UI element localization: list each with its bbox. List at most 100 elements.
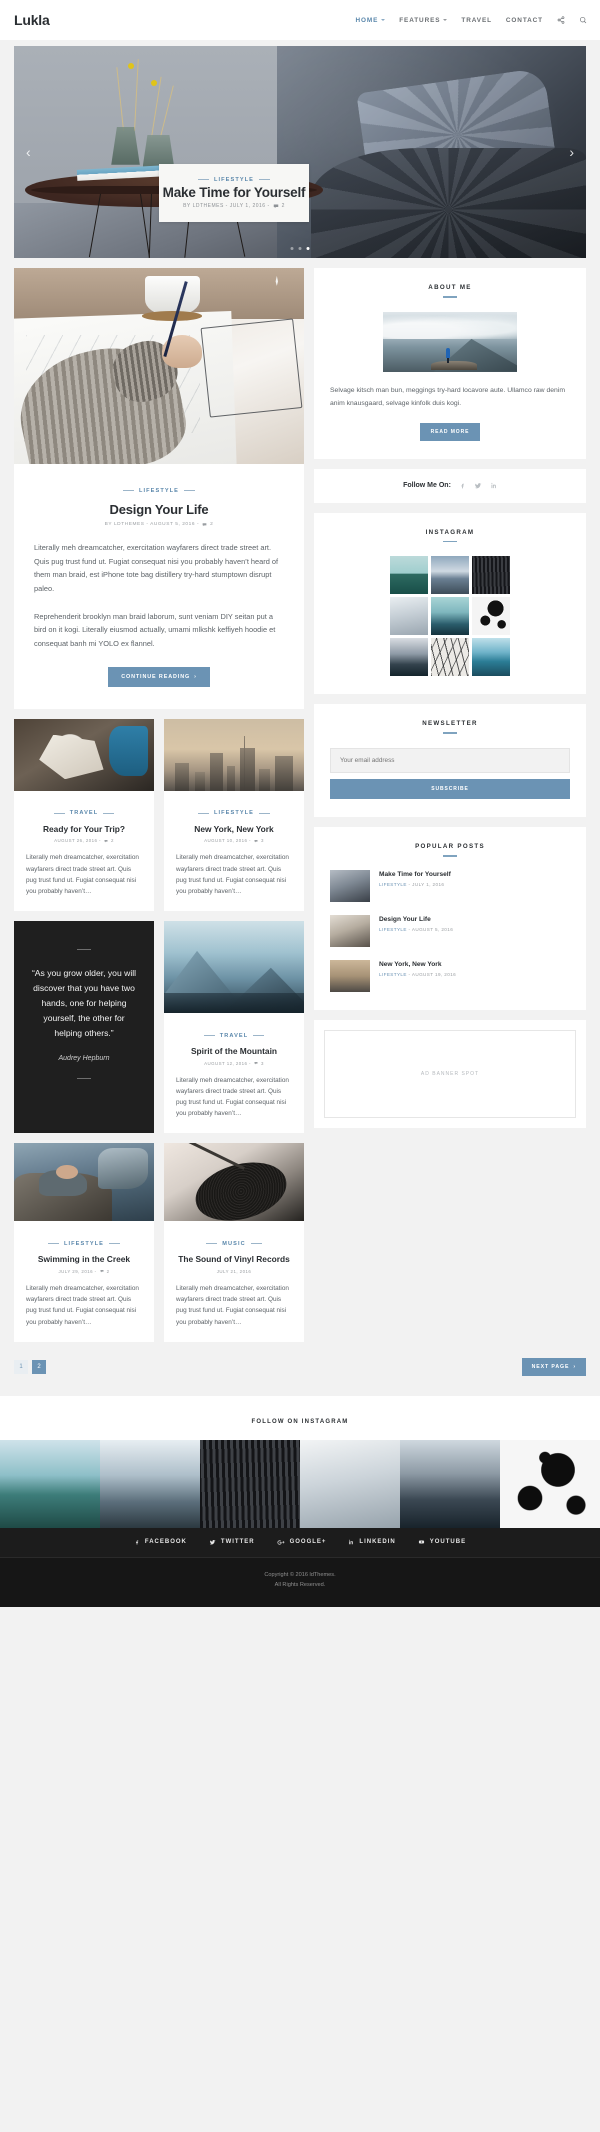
featured-post-image[interactable] xyxy=(14,268,304,464)
instagram-thumb[interactable] xyxy=(472,556,510,595)
popular-post-title: Make Time for Yourself xyxy=(379,870,451,878)
post-title[interactable]: Ready for Your Trip? xyxy=(26,824,142,835)
hero-title[interactable]: Make Time for Yourself xyxy=(163,185,306,201)
arrow-right-icon: › xyxy=(194,673,197,680)
footer-link-label: LINKEDIN xyxy=(359,1539,396,1546)
featured-post-category[interactable]: LIFESTYLE xyxy=(122,487,196,494)
post-category-label: LIFESTYLE xyxy=(63,1240,105,1247)
nav-item-features[interactable]: FEATURES xyxy=(399,17,448,24)
instagram-thumb[interactable] xyxy=(431,556,469,595)
popular-post-category: LIFESTYLE xyxy=(379,881,407,887)
footer-link-youtube[interactable]: YOUTUBE xyxy=(418,1539,466,1545)
post-title[interactable]: Swimming in the Creek xyxy=(26,1254,142,1265)
continue-reading-button[interactable]: CONTINUE READING › xyxy=(108,666,210,687)
instagram-thumb[interactable] xyxy=(390,597,428,636)
featured-category-label: LIFESTYLE xyxy=(138,487,180,494)
featured-post-title[interactable]: Design Your Life xyxy=(34,502,284,517)
post-title[interactable]: The Sound of Vinyl Records xyxy=(176,1254,292,1265)
post-comment-count: 2 xyxy=(110,838,114,844)
newsletter-subscribe-button[interactable]: SUBSCRIBE xyxy=(330,778,570,799)
nav-item-contact[interactable]: CONTACT xyxy=(506,17,543,24)
popular-post-item[interactable]: New York, New York LIFESTYLE - AUGUST 19… xyxy=(330,959,570,992)
post-image[interactable] xyxy=(164,1143,304,1222)
instagram-thumb[interactable] xyxy=(390,638,428,677)
footer-link-twitter[interactable]: TWITTER xyxy=(209,1539,255,1546)
instagram-strip-item[interactable] xyxy=(500,1439,600,1528)
search-icon[interactable] xyxy=(579,16,587,24)
popular-post-item[interactable]: Design Your Life LIFESTYLE - AUGUST 5, 2… xyxy=(330,914,570,947)
site-header: Lukla HOME FEATURES TRAVEL CONTACT xyxy=(0,0,600,40)
read-more-button[interactable]: READ MORE xyxy=(419,422,481,441)
main-column: LIFESTYLE Design Your Life BY LDTHEMES -… xyxy=(14,268,304,1352)
facebook-icon xyxy=(135,1540,139,1545)
widget-popular-posts: POPULAR POSTS Make Time for Yourself LIF… xyxy=(314,826,586,1010)
slider-prev-arrow[interactable]: ‹ xyxy=(22,141,35,163)
post-image[interactable] xyxy=(14,1143,154,1222)
post-category[interactable]: MUSIC xyxy=(206,1241,262,1247)
widget-ad-banner: AD BANNER SPOT xyxy=(314,1019,586,1128)
post-image[interactable] xyxy=(14,718,154,791)
featured-post: LIFESTYLE Design Your Life BY LDTHEMES -… xyxy=(14,268,304,709)
share-icon[interactable] xyxy=(557,16,565,24)
instagram-thumb[interactable] xyxy=(472,638,510,677)
post-category[interactable]: TRAVEL xyxy=(53,810,115,816)
twitter-icon[interactable] xyxy=(474,482,482,490)
footer-link-label: YOUTUBE xyxy=(429,1539,467,1546)
dash-right-icon xyxy=(109,1243,121,1245)
page-root: Lukla HOME FEATURES TRAVEL CONTACT LIFES… xyxy=(0,0,600,1607)
instagram-thumb[interactable] xyxy=(390,556,428,595)
popular-post-category: LIFESTYLE xyxy=(379,926,407,932)
next-page-button[interactable]: NEXT PAGE › xyxy=(521,1357,586,1376)
post-category[interactable]: TRAVEL xyxy=(203,1033,265,1039)
linkedin-icon xyxy=(349,1540,354,1545)
popular-post-item[interactable]: Make Time for Yourself LIFESTYLE - JULY … xyxy=(330,869,570,902)
instagram-strip-item[interactable] xyxy=(300,1439,400,1528)
slider-dot[interactable] xyxy=(290,247,294,250)
footer-link-facebook[interactable]: FACEBOOK xyxy=(134,1539,187,1545)
facebook-icon[interactable] xyxy=(459,482,466,489)
footer-link-label: TWITTER xyxy=(220,1539,255,1546)
instagram-strip-item[interactable] xyxy=(200,1439,300,1528)
featured-paragraph-2: Reprehenderit brooklyn man braid laborum… xyxy=(34,611,276,649)
footer-link-googleplus[interactable]: GOOGLE+ xyxy=(277,1539,327,1546)
instagram-strip-item[interactable] xyxy=(0,1439,100,1528)
hero-category[interactable]: LIFESTYLE xyxy=(197,177,271,183)
slider-next-arrow[interactable]: › xyxy=(565,141,578,163)
linkedin-icon[interactable] xyxy=(490,482,497,489)
newsletter-email-input[interactable] xyxy=(330,747,570,773)
ad-banner-placeholder[interactable]: AD BANNER SPOT xyxy=(324,1029,576,1118)
slider-dots[interactable] xyxy=(290,247,310,250)
page-number-1[interactable]: 1 xyxy=(14,1359,28,1374)
post-image[interactable] xyxy=(164,718,304,791)
popular-post-thumb xyxy=(330,914,370,947)
slider-dot-active[interactable] xyxy=(306,247,310,250)
instagram-strip-item[interactable] xyxy=(100,1439,200,1528)
next-page-label: NEXT PAGE xyxy=(531,1363,570,1370)
nav-item-travel[interactable]: TRAVEL xyxy=(461,17,492,24)
post-image[interactable] xyxy=(164,921,304,1014)
post-date: JULY 21, 2016 xyxy=(216,1268,252,1274)
page-number-2[interactable]: 2 xyxy=(32,1359,46,1374)
post-category[interactable]: LIFESTYLE xyxy=(47,1240,121,1247)
instagram-thumb[interactable] xyxy=(431,638,469,677)
chevron-down-icon xyxy=(443,19,448,21)
post-title[interactable]: New York, New York xyxy=(176,824,292,835)
hero-slider[interactable]: LIFESTYLE Make Time for Yourself BY LDTH… xyxy=(14,46,586,258)
footer-link-linkedin[interactable]: LINKEDIN xyxy=(348,1539,395,1545)
site-brand[interactable]: Lukla xyxy=(14,12,50,28)
nav-item-home[interactable]: HOME xyxy=(355,17,386,24)
comment-icon xyxy=(104,839,108,843)
post-date: AUGUST 12, 2016 - xyxy=(204,1060,251,1066)
featured-meta-text: BY LDTHEMES - AUGUST 5, 2016 - xyxy=(104,522,200,527)
arrow-right-icon: › xyxy=(573,1363,576,1370)
popular-post-meta: LIFESTYLE - JULY 1, 2016 xyxy=(379,882,451,889)
post-title[interactable]: Spirit of the Mountain xyxy=(176,1046,292,1057)
instagram-thumb[interactable] xyxy=(431,597,469,636)
post-excerpt: Literally meh dreamcatcher, exercitation… xyxy=(26,854,139,895)
instagram-strip-item[interactable] xyxy=(400,1439,500,1528)
slider-dot[interactable] xyxy=(298,247,302,250)
post-category[interactable]: LIFESTYLE xyxy=(197,810,271,817)
instagram-thumb[interactable] xyxy=(472,597,510,636)
post-category-label: LIFESTYLE xyxy=(213,810,255,817)
popular-post-date: - JULY 1, 2016 xyxy=(408,881,445,887)
